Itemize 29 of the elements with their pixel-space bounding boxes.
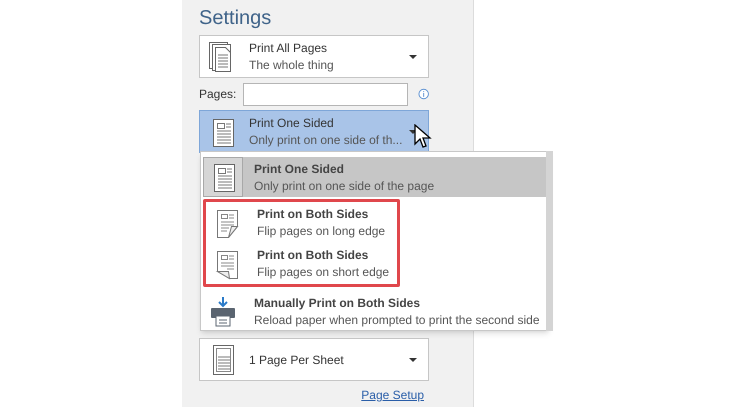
menu-item[interactable]: Print One Sided Only print on one side of the page	[203, 157, 547, 197]
print-sides-dropdown[interactable]: Print One Sided Only print on one side of th...	[199, 110, 429, 153]
menu-item[interactable]: Print on Both Sides Flip pages on long edge	[206, 202, 397, 243]
mouse-cursor-icon	[414, 124, 432, 150]
settings-heading: Settings	[199, 6, 272, 31]
menu-item-subtitle: Reload paper when prompted to print the second side	[254, 312, 540, 326]
menu-item[interactable]: Print on Both Sides Flip pages on short edge	[206, 243, 397, 284]
menu-item-subtitle: Flip pages on long edge	[257, 224, 386, 238]
dropdown-subtitle: The whole thing	[249, 58, 335, 72]
caret-icon	[408, 356, 418, 362]
menu-item-subtitle: Flip pages on short edge	[257, 265, 390, 279]
page-setup-link[interactable]: Page Setup	[361, 386, 424, 404]
menu-item-subtitle: Only print on one side of the page	[254, 178, 434, 192]
menu-item-title: Manually Print on Both Sides	[254, 296, 422, 310]
dropdown-title: Print One Sided	[249, 116, 335, 130]
dropdown-subtitle: Only print on one side of th...	[249, 133, 404, 147]
menu-item[interactable]: Manually Print on Both Sides Reload paper when prompted to print the second side	[203, 291, 547, 331]
pages-input[interactable]	[242, 82, 408, 106]
menu-item-title: Print on Both Sides	[257, 248, 370, 262]
pages-label: Pages:	[199, 86, 238, 103]
dropdown-title: 1 Page Per Sheet	[249, 352, 345, 366]
caret-icon	[408, 54, 418, 60]
pages-per-sheet-dropdown[interactable]: 1 Page Per Sheet	[199, 338, 429, 381]
printer-icon	[208, 294, 238, 328]
menu-item-title: Print One Sided	[254, 162, 346, 176]
dropdown-title: Print All Pages	[249, 41, 328, 55]
menu-item-title: Print on Both Sides	[257, 207, 370, 221]
info-icon	[418, 88, 429, 100]
print-range-dropdown[interactable]: Print All Pages The whole thing	[199, 35, 429, 78]
